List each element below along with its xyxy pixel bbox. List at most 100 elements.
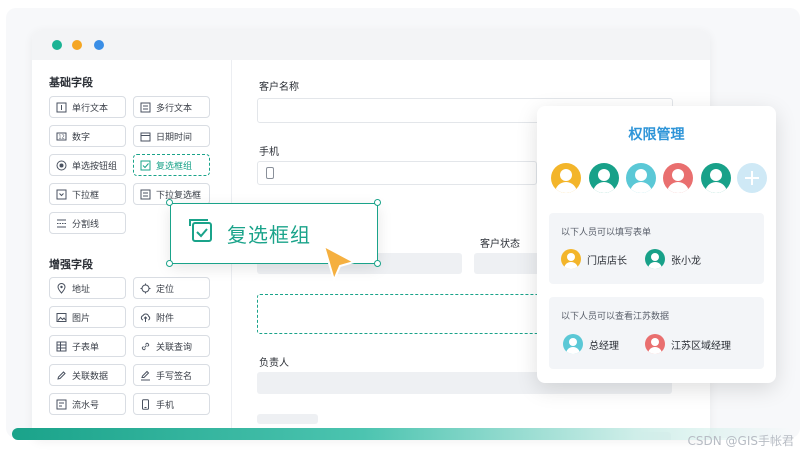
field-address[interactable]: 地址	[49, 277, 126, 299]
avatar[interactable]	[551, 163, 581, 193]
window-dot-green[interactable]	[52, 40, 62, 50]
view-permission-box: 以下人员可以查看江苏数据 总经理 江苏区域经理	[549, 297, 764, 369]
calendar-icon	[140, 131, 151, 142]
avatar[interactable]	[663, 163, 693, 193]
avatar	[563, 334, 583, 354]
serial-number-icon	[56, 399, 67, 410]
resize-handle-bl[interactable]	[166, 260, 173, 267]
avatar[interactable]	[589, 163, 619, 193]
field-label: 流水号	[72, 400, 100, 411]
add-member-button[interactable]	[737, 163, 767, 193]
placeholder-label-bar	[257, 414, 318, 424]
cloud-upload-icon	[140, 312, 151, 323]
pen-line-icon	[140, 370, 151, 381]
person-chip[interactable]: 江苏区域经理	[645, 334, 731, 354]
customer-name-label: 客户名称	[259, 82, 299, 93]
fill-permission-box: 以下人员可以填写表单 门店店长 张小龙	[549, 213, 764, 284]
field-label: 手写签名	[156, 371, 193, 382]
person-name: 江苏区域经理	[671, 340, 731, 352]
field-label: 关联查询	[156, 342, 193, 353]
svg-text:12: 12	[58, 134, 64, 140]
person-chip[interactable]: 张小龙	[645, 249, 701, 269]
person-chip[interactable]: 总经理	[563, 334, 619, 354]
field-label: 地址	[72, 284, 91, 295]
field-phone[interactable]: 手机	[133, 393, 210, 415]
field-label: 下拉复选框	[156, 190, 202, 201]
field-label: 多行文本	[156, 103, 193, 114]
field-attachment[interactable]: 附件	[133, 306, 210, 328]
field-single-line-text[interactable]: 单行文本	[49, 96, 126, 118]
field-multi-line-text[interactable]: 多行文本	[133, 96, 210, 118]
fill-permission-hint: 以下人员可以填写表单	[561, 228, 652, 238]
person-name: 张小龙	[671, 255, 701, 267]
plus-icon	[745, 171, 759, 185]
field-divider[interactable]: 分割线	[49, 212, 126, 234]
divider-icon	[56, 218, 67, 229]
field-label: 关联数据	[72, 371, 109, 382]
field-label: 下拉框	[72, 190, 100, 201]
dragged-card-label: 复选框组	[227, 223, 311, 247]
field-label: 附件	[156, 313, 175, 324]
gradient-bar	[12, 428, 792, 440]
dropdown-checkbox-icon	[140, 189, 151, 200]
multi-line-text-icon	[140, 102, 151, 113]
checkbox-icon	[140, 160, 151, 171]
field-linked-query[interactable]: 关联查询	[133, 335, 210, 357]
permission-panel: 权限管理 以下人员可以填写表单 门店店长 张小龙 以下人员可以查看江苏数据 总经…	[537, 106, 776, 383]
field-number[interactable]: 12 数字	[49, 125, 126, 147]
view-permission-hint: 以下人员可以查看江苏数据	[561, 312, 670, 322]
avatar	[561, 249, 581, 269]
customer-status-select[interactable]	[474, 253, 540, 274]
field-label: 手机	[156, 400, 175, 411]
resize-handle-tr[interactable]	[374, 199, 381, 206]
number-icon: 12	[56, 131, 67, 142]
permission-title: 权限管理	[628, 127, 685, 143]
customer-status-label: 客户状态	[480, 239, 520, 250]
field-label: 单选按钮组	[72, 161, 118, 172]
field-label: 复选框组	[156, 161, 193, 172]
avatar[interactable]	[701, 163, 731, 193]
field-label: 定位	[156, 284, 175, 295]
phone-icon	[140, 398, 151, 410]
watermark: CSDN @GIS手帐君	[687, 434, 794, 448]
field-signature[interactable]: 手写签名	[133, 364, 210, 386]
single-line-text-icon	[56, 102, 67, 113]
dropdown-icon	[56, 189, 67, 200]
field-subform[interactable]: 子表单	[49, 335, 126, 357]
resize-handle-br[interactable]	[374, 260, 381, 267]
field-label: 日期时间	[156, 132, 193, 143]
field-datetime[interactable]: 日期时间	[133, 125, 210, 147]
link-icon	[140, 341, 151, 352]
field-label: 分割线	[72, 219, 100, 230]
mouse-cursor-icon	[323, 245, 355, 281]
field-label: 图片	[72, 313, 91, 324]
phone-input-icon	[266, 167, 274, 179]
avatar	[645, 334, 665, 354]
drop-zone[interactable]	[257, 294, 543, 334]
owner-label: 负责人	[259, 358, 289, 369]
checkbox-icon	[189, 218, 215, 249]
field-radio-group[interactable]: 单选按钮组	[49, 154, 126, 176]
location-pin-icon	[56, 282, 67, 294]
person-name: 总经理	[589, 340, 619, 352]
field-image[interactable]: 图片	[49, 306, 126, 328]
crosshair-icon	[140, 283, 151, 294]
field-label: 数字	[72, 132, 91, 143]
phone-label: 手机	[259, 147, 279, 158]
resize-handle-tl[interactable]	[166, 199, 173, 206]
person-chip[interactable]: 门店店长	[561, 249, 627, 269]
radio-icon	[56, 160, 67, 171]
title-bar	[32, 30, 710, 60]
avatar[interactable]	[626, 163, 656, 193]
field-checkbox-group[interactable]: 复选框组	[133, 154, 210, 176]
field-serial-number[interactable]: 流水号	[49, 393, 126, 415]
pen-icon	[56, 370, 67, 381]
field-dropdown[interactable]: 下拉框	[49, 183, 126, 205]
basic-fields-title: 基础字段	[49, 76, 93, 89]
window-dot-orange[interactable]	[72, 40, 82, 50]
window-dot-blue[interactable]	[94, 40, 104, 50]
subform-icon	[56, 341, 67, 352]
field-location[interactable]: 定位	[133, 277, 210, 299]
phone-input[interactable]	[257, 161, 537, 185]
field-linked-data[interactable]: 关联数据	[49, 364, 126, 386]
